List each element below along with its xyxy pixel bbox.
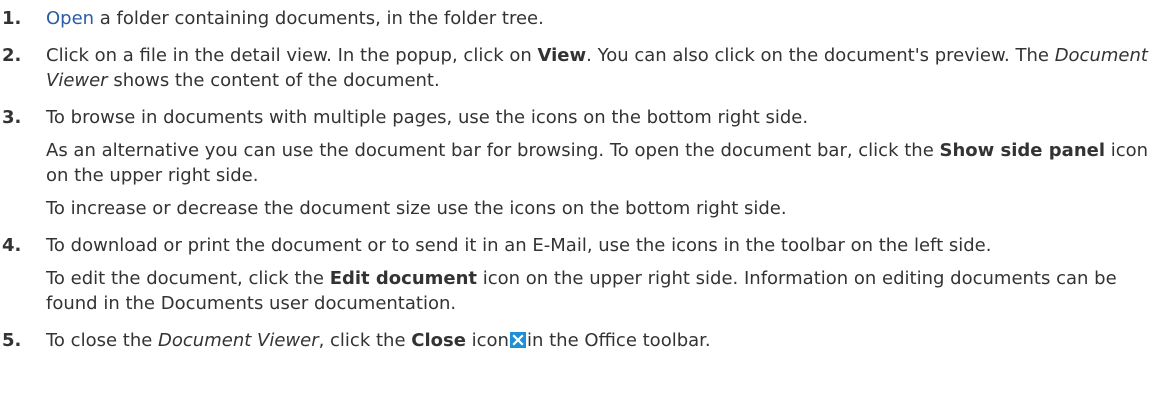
step-5: 5. To close the Document Viewer, click t… [0,328,1154,353]
edit-document-label: Edit document [329,268,478,289]
step-number: 3. [2,107,22,128]
view-label: View [537,45,587,66]
step-text: To close the Document Viewer, click the … [46,330,711,351]
step-number: 4. [2,235,22,256]
step-number: 2. [2,45,22,66]
step-text: To download or print the document or to … [46,235,992,256]
close-label: Close [411,330,466,351]
step-number: 1. [2,8,22,29]
step-4: 4. To download or print the document or … [0,233,1154,316]
step-3: 3. To browse in documents with multiple … [0,105,1154,221]
close-icon [509,330,526,348]
step-number: 5. [2,330,22,351]
step-text: To edit the document, click the Edit doc… [46,268,1117,314]
instruction-steps: 1. Open a folder containing documents, i… [0,0,1154,353]
step-text: As an alternative you can use the docume… [46,140,1149,186]
step-text: To browse in documents with multiple pag… [46,107,809,128]
open-link[interactable]: Open [46,8,94,29]
document-viewer-term: Document Viewer [158,330,319,351]
step-text: Open a folder containing documents, in t… [46,8,544,29]
step-text: Click on a file in the detail view. In t… [46,45,1148,91]
step-text: To increase or decrease the document siz… [46,198,787,219]
step-1: 1. Open a folder containing documents, i… [0,6,1154,31]
step-2: 2. Click on a file in the detail view. I… [0,43,1154,93]
show-side-panel-label: Show side panel [939,140,1106,161]
